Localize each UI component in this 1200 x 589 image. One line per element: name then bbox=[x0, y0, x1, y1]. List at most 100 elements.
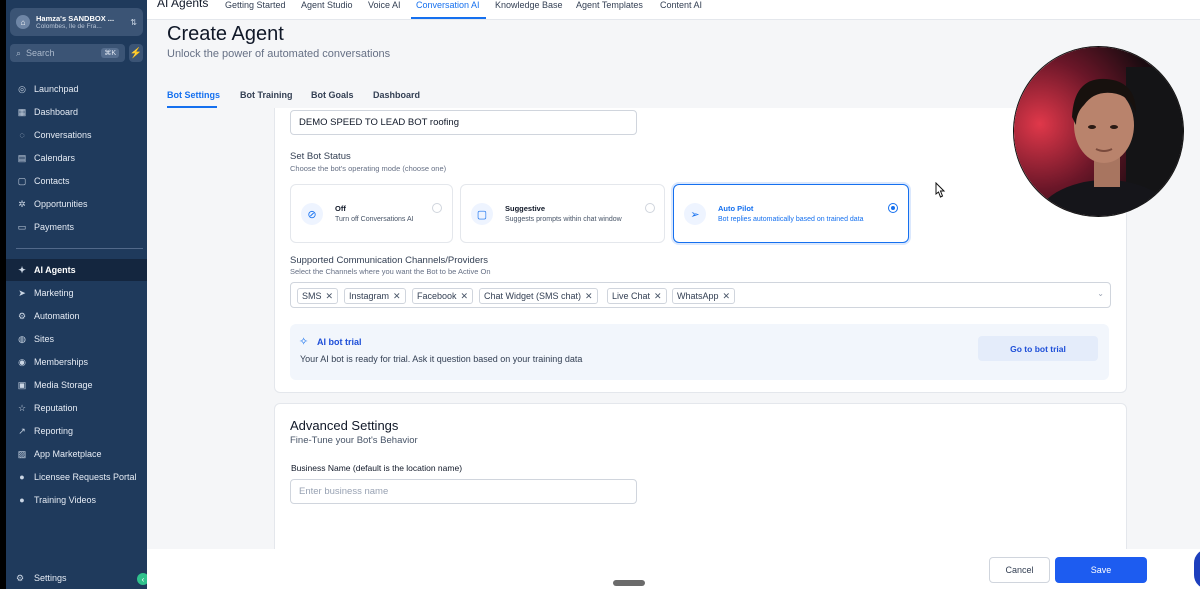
quick-action-bolt-icon[interactable]: ⚡ bbox=[129, 44, 143, 62]
mode-title: Auto Pilot bbox=[718, 204, 754, 213]
tab-knowledge-base[interactable]: Knowledge Base bbox=[495, 0, 563, 10]
portal-icon: ● bbox=[19, 472, 25, 482]
mode-card-auto-pilot[interactable]: ➢ Auto Pilot Bot replies automatically b… bbox=[673, 184, 909, 243]
footer-bar: Cancel Save bbox=[147, 549, 1200, 589]
sidebar-item-sites[interactable]: ◍ Sites bbox=[6, 328, 147, 350]
sidebar-item-launchpad[interactable]: ◎ Launchpad bbox=[6, 78, 147, 100]
mode-radio[interactable] bbox=[432, 203, 442, 213]
business-name-label: Business Name (default is the location n… bbox=[291, 463, 463, 473]
cancel-button[interactable]: Cancel bbox=[989, 557, 1050, 583]
mode-card-suggestive[interactable]: ▢ Suggestive Suggests prompts within cha… bbox=[460, 184, 665, 243]
sidebar-item-payments[interactable]: ▭ Payments bbox=[6, 216, 147, 238]
sidebar-item-reputation[interactable]: ☆ Reputation bbox=[6, 397, 147, 419]
sidebar-item-ai-agents[interactable]: ✦ AI Agents bbox=[6, 259, 147, 281]
app-title: AI Agents bbox=[157, 0, 209, 10]
grid-icon: ▦ bbox=[17, 106, 27, 117]
save-button[interactable]: Save bbox=[1055, 557, 1147, 583]
globe-icon: ◍ bbox=[18, 333, 26, 344]
sidebar-item-label: Settings bbox=[34, 573, 67, 583]
tab-voice-ai[interactable]: Voice AI bbox=[368, 0, 401, 10]
nav-divider bbox=[16, 248, 143, 249]
sidebar-item-calendars[interactable]: ▤ Calendars bbox=[6, 147, 147, 169]
bot-name-input[interactable]: DEMO SPEED TO LEAD BOT roofing bbox=[290, 110, 637, 135]
sidebar-item-training-videos[interactable]: ● Training Videos bbox=[6, 489, 147, 511]
channel-chip-sms: SMS ✕ bbox=[297, 288, 339, 304]
tab-agent-studio[interactable]: Agent Studio bbox=[301, 0, 353, 10]
webcam-overlay bbox=[1013, 46, 1184, 217]
sidebar-search[interactable]: ⌕ Search ⌘K bbox=[10, 44, 125, 62]
sidebar-item-memberships[interactable]: ◉ Memberships bbox=[6, 351, 147, 373]
account-switcher[interactable]: ⌂ Hamza's SANDBOX ... Colombes, Ile de F… bbox=[10, 8, 143, 36]
remove-chip-icon[interactable]: ✕ bbox=[326, 291, 334, 302]
tab-bot-settings[interactable]: Bot Settings bbox=[167, 90, 220, 100]
sidebar-item-label: Calendars bbox=[34, 153, 76, 163]
channel-chip-instagram: Instagram ✕ bbox=[344, 288, 406, 304]
building-icon: ⌂ bbox=[16, 15, 30, 29]
sidebar-item-label: Training Videos bbox=[34, 495, 97, 505]
tab-dashboard[interactable]: Dashboard bbox=[373, 90, 420, 100]
sidebar-item-reporting[interactable]: ↗ Reporting bbox=[6, 420, 147, 442]
sidebar-item-settings[interactable]: ⚙ Settings bbox=[6, 567, 147, 589]
mode-radio[interactable] bbox=[645, 203, 655, 213]
sidebar-item-media-storage[interactable]: ▣ Media Storage bbox=[6, 374, 147, 396]
tab-bot-goals[interactable]: Bot Goals bbox=[311, 90, 354, 100]
sidebar-item-marketing[interactable]: ➤ Marketing bbox=[6, 282, 147, 304]
remove-chip-icon[interactable]: ✕ bbox=[585, 291, 593, 302]
automation-icon: ⚙ bbox=[17, 310, 27, 321]
mouse-cursor-icon bbox=[934, 181, 946, 203]
tab-getting-started[interactable]: Getting Started bbox=[225, 0, 286, 10]
mode-description: Bot replies automatically based on train… bbox=[718, 216, 864, 223]
advanced-settings-title: Advanced Settings bbox=[290, 418, 399, 433]
tab-content-ai[interactable]: Content AI bbox=[660, 0, 702, 10]
mode-description: Turn off Conversations AI bbox=[335, 216, 414, 223]
trial-description: Your AI bot is ready for trial. Ask it q… bbox=[300, 354, 583, 364]
sidebar-item-label: App Marketplace bbox=[34, 449, 102, 459]
tab-bot-training[interactable]: Bot Training bbox=[240, 90, 293, 100]
sidebar-item-label: Conversations bbox=[34, 130, 92, 140]
funnel-icon: ✲ bbox=[18, 198, 26, 209]
sidebar-item-automation[interactable]: ⚙ Automation bbox=[6, 305, 147, 327]
bot-status-label: Set Bot Status bbox=[290, 151, 351, 162]
go-to-bot-trial-button[interactable]: Go to bot trial bbox=[978, 336, 1098, 361]
sidebar-item-label: Contacts bbox=[34, 176, 70, 186]
mode-card-off[interactable]: ⊘ Off Turn off Conversations AI bbox=[290, 184, 453, 243]
mode-radio-selected[interactable] bbox=[888, 203, 898, 213]
remove-chip-icon[interactable]: ✕ bbox=[723, 291, 731, 302]
chart-icon: ↗ bbox=[18, 425, 26, 436]
sidebar-item-licensee-requests-portal[interactable]: ● Licensee Requests Portal bbox=[6, 466, 147, 488]
presenter-video bbox=[1014, 47, 1183, 216]
remove-chip-icon[interactable]: ✕ bbox=[654, 291, 662, 302]
video-icon: ● bbox=[19, 495, 25, 505]
channel-chip-whatsapp: WhatsApp ✕ bbox=[672, 288, 736, 304]
channels-sublabel: Select the Channels where you want the B… bbox=[290, 267, 491, 276]
sidebar-item-label: Sites bbox=[34, 334, 55, 344]
chip-label: Facebook bbox=[417, 291, 457, 301]
chip-label: Chat Widget (SMS chat) bbox=[484, 291, 582, 301]
business-name-input[interactable]: Enter business name bbox=[290, 479, 637, 504]
sidebar-item-dashboard[interactable]: ▦ Dashboard bbox=[6, 101, 147, 123]
media-icon: ▣ bbox=[17, 379, 27, 390]
mode-title: Suggestive bbox=[505, 204, 546, 213]
sidebar-item-contacts[interactable]: ▢ Contacts bbox=[6, 170, 147, 192]
sidebar-item-label: Opportunities bbox=[34, 199, 88, 209]
chip-label: SMS bbox=[302, 291, 322, 301]
chevron-down-icon[interactable]: ⌄ bbox=[1097, 289, 1104, 298]
channels-label: Supported Communication Channels/Provide… bbox=[290, 255, 489, 266]
tab-agent-templates[interactable]: Agent Templates bbox=[576, 0, 643, 10]
remove-chip-icon[interactable]: ✕ bbox=[461, 291, 469, 302]
sidebar-item-conversations[interactable]: ◌ Conversations bbox=[6, 124, 147, 146]
tab-conversation-ai[interactable]: Conversation AI bbox=[416, 0, 480, 10]
gear-icon: ⚙ bbox=[16, 572, 25, 583]
sidebar-item-opportunities[interactable]: ✲ Opportunities bbox=[6, 193, 147, 215]
sidebar-item-label: Media Storage bbox=[34, 380, 93, 390]
remove-chip-icon[interactable]: ✕ bbox=[393, 291, 401, 302]
chat-widget-launcher[interactable] bbox=[1194, 549, 1200, 589]
scroll-handle[interactable] bbox=[613, 580, 645, 586]
chat-icon: ◌ bbox=[19, 130, 25, 140]
sparkle-icon: ✦ bbox=[18, 264, 26, 275]
bot-off-icon: ⊘ bbox=[301, 203, 323, 225]
sidebar-item-app-marketplace[interactable]: ▨ App Marketplace bbox=[6, 443, 147, 465]
channels-select[interactable]: SMS ✕ Instagram ✕ Facebook ✕ Chat Widget (S… bbox=[290, 282, 1111, 308]
membership-icon: ◉ bbox=[18, 356, 26, 367]
advanced-settings-subtitle: Fine-Tune your Bot's Behavior bbox=[290, 435, 418, 446]
